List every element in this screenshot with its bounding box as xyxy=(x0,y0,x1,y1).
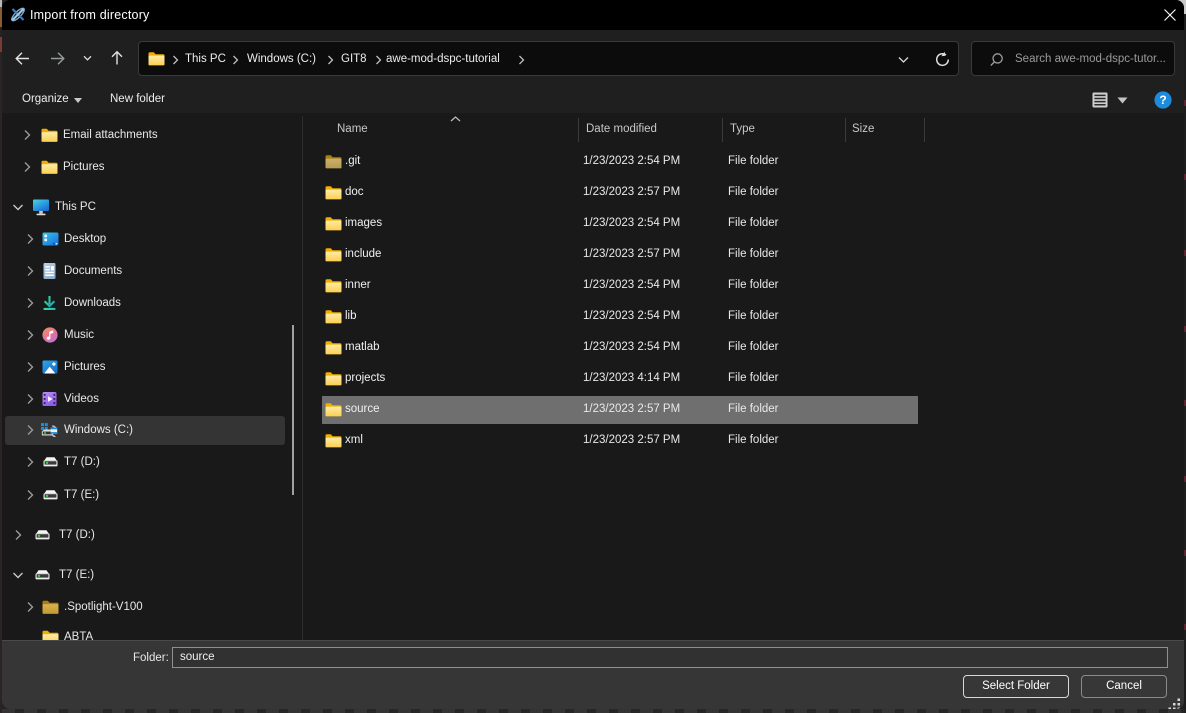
svg-text:?: ? xyxy=(1159,93,1166,107)
